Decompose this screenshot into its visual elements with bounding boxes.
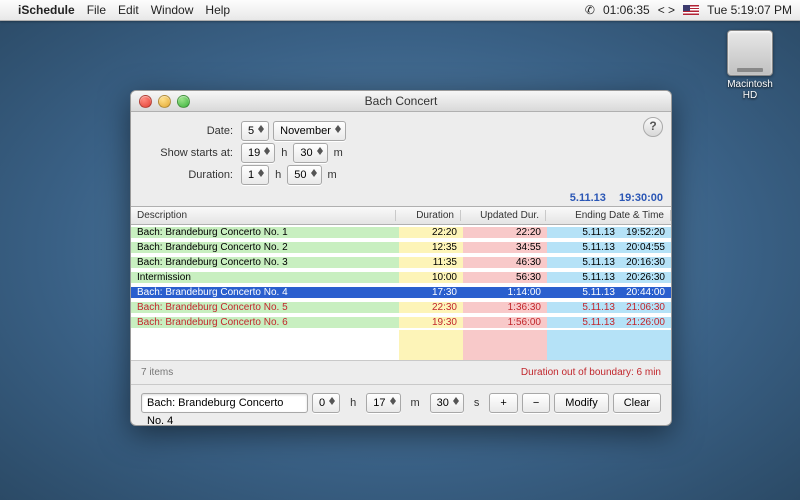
help-button[interactable]: ? <box>643 117 663 137</box>
schedule-table: Description Duration Updated Dur. Ending… <box>131 206 671 360</box>
col-description[interactable]: Description <box>131 210 396 221</box>
menu-window[interactable]: Window <box>151 3 194 17</box>
edit-min-select[interactable]: 17 <box>366 393 400 413</box>
titlebar[interactable]: Bach Concert <box>131 91 671 112</box>
cell-ending: 5.11.1321:06:30 <box>547 302 671 313</box>
description-input[interactable]: Bach: Brandeburg Concerto No. 4 <box>141 393 308 413</box>
phone-time: 01:06:35 <box>603 3 650 17</box>
item-count: 7 items <box>141 367 173 378</box>
cell-updated: 1:56:00 <box>463 317 547 328</box>
table-header[interactable]: Description Duration Updated Dur. Ending… <box>131 207 671 225</box>
window-title: Bach Concert <box>131 94 671 108</box>
menu-help[interactable]: Help <box>205 3 230 17</box>
menubar: iSchedule File Edit Window Help ✆ 01:06:… <box>0 0 800 21</box>
drive-label: Macintosh HD <box>720 79 780 101</box>
edit-sec-select[interactable]: 30 <box>430 393 464 413</box>
cell-ending: 5.11.1321:26:00 <box>547 317 671 328</box>
date-label: Date: <box>143 125 241 137</box>
edit-m-unit: m <box>411 397 420 409</box>
hour-unit: h <box>281 147 287 159</box>
min-unit: m <box>334 147 343 159</box>
boundary-warning: Duration out of boundary: 6 min <box>521 367 661 378</box>
cell-ending: 5.11.1320:26:30 <box>547 272 671 283</box>
plus-button[interactable]: + <box>489 393 517 413</box>
cell-ending: 5.11.1319:52:20 <box>547 227 671 238</box>
cell-description: Bach: Brandeburg Concerto No. 5 <box>131 302 399 313</box>
dur-min-select[interactable]: 50 <box>287 165 321 185</box>
cell-updated: 34:55 <box>463 242 547 253</box>
edit-h-unit: h <box>350 397 356 409</box>
table-row[interactable]: Bach: Brandeburg Concerto No. 311:3546:3… <box>131 255 671 270</box>
starts-label: Show starts at: <box>143 147 241 159</box>
cell-description: Bach: Brandeburg Concerto No. 6 <box>131 317 399 328</box>
cell-description: Bach: Brandeburg Concerto No. 1 <box>131 227 399 238</box>
dur-hour-select[interactable]: 1 <box>241 165 269 185</box>
form: Date: 5 November Show starts at: 19 h 30… <box>131 112 671 192</box>
menu-extra-icon[interactable]: < > <box>658 3 675 17</box>
drive-icon <box>727 30 773 76</box>
table-row[interactable]: Bach: Brandeburg Concerto No. 619:301:56… <box>131 315 671 330</box>
flag-icon[interactable] <box>683 5 699 15</box>
cell-duration: 22:30 <box>399 302 463 313</box>
cell-duration: 19:30 <box>399 317 463 328</box>
cell-updated: 1:14:00 <box>463 287 547 298</box>
edit-s-unit: s <box>474 397 480 409</box>
cell-duration: 12:35 <box>399 242 463 253</box>
table-row[interactable]: Intermission10:0056:305.11.1320:26:30 <box>131 270 671 285</box>
min-unit-2: m <box>328 169 337 181</box>
app-menu[interactable]: iSchedule <box>18 3 75 17</box>
minus-button[interactable]: − <box>522 393 550 413</box>
day-select[interactable]: 5 <box>241 121 269 141</box>
table-row[interactable]: Bach: Brandeburg Concerto No. 522:301:36… <box>131 300 671 315</box>
cell-duration: 22:20 <box>399 227 463 238</box>
table-row[interactable]: Bach: Brandeburg Concerto No. 417:301:14… <box>131 285 671 300</box>
month-select[interactable]: November <box>273 121 346 141</box>
col-ending[interactable]: Ending Date & Time <box>546 210 671 221</box>
cell-updated: 56:30 <box>463 272 547 283</box>
cell-duration: 11:35 <box>399 257 463 268</box>
desktop-drive[interactable]: Macintosh HD <box>720 30 780 101</box>
cell-description: Bach: Brandeburg Concerto No. 4 <box>131 287 399 298</box>
app-window: Bach Concert ? Date: 5 November Show sta… <box>130 90 672 426</box>
clear-button[interactable]: Clear <box>613 393 661 413</box>
clock[interactable]: Tue 5:19:07 PM <box>707 3 792 17</box>
empty-row <box>131 345 671 360</box>
col-updated[interactable]: Updated Dur. <box>461 210 546 221</box>
cell-updated: 1:36:30 <box>463 302 547 313</box>
cell-ending: 5.11.1320:04:55 <box>547 242 671 253</box>
table-row[interactable]: Bach: Brandeburg Concerto No. 122:2022:2… <box>131 225 671 240</box>
editor-row: Bach: Brandeburg Concerto No. 4 0 h 17 m… <box>131 384 671 425</box>
hour-unit-2: h <box>275 169 281 181</box>
start-min-select[interactable]: 30 <box>293 143 327 163</box>
header-time: 19:30:00 <box>619 192 663 204</box>
duration-label: Duration: <box>143 169 241 181</box>
col-duration[interactable]: Duration <box>396 210 461 221</box>
empty-row <box>131 330 671 345</box>
cell-duration: 17:30 <box>399 287 463 298</box>
cell-description: Intermission <box>131 272 399 283</box>
phone-icon[interactable]: ✆ <box>585 3 595 17</box>
start-hour-select[interactable]: 19 <box>241 143 275 163</box>
header-datetime: 5.11.13 19:30:00 <box>131 192 671 206</box>
edit-hour-select[interactable]: 0 <box>312 393 340 413</box>
table-row[interactable]: Bach: Brandeburg Concerto No. 212:3534:5… <box>131 240 671 255</box>
cell-updated: 22:20 <box>463 227 547 238</box>
cell-description: Bach: Brandeburg Concerto No. 2 <box>131 242 399 253</box>
cell-ending: 5.11.1320:44:00 <box>547 287 671 298</box>
table-body: Bach: Brandeburg Concerto No. 122:2022:2… <box>131 225 671 360</box>
cell-ending: 5.11.1320:16:30 <box>547 257 671 268</box>
status-bar: 7 items Duration out of boundary: 6 min <box>131 360 671 384</box>
menu-edit[interactable]: Edit <box>118 3 139 17</box>
cell-duration: 10:00 <box>399 272 463 283</box>
menu-file[interactable]: File <box>87 3 106 17</box>
header-date: 5.11.13 <box>570 192 606 204</box>
modify-button[interactable]: Modify <box>554 393 608 413</box>
cell-description: Bach: Brandeburg Concerto No. 3 <box>131 257 399 268</box>
cell-updated: 46:30 <box>463 257 547 268</box>
